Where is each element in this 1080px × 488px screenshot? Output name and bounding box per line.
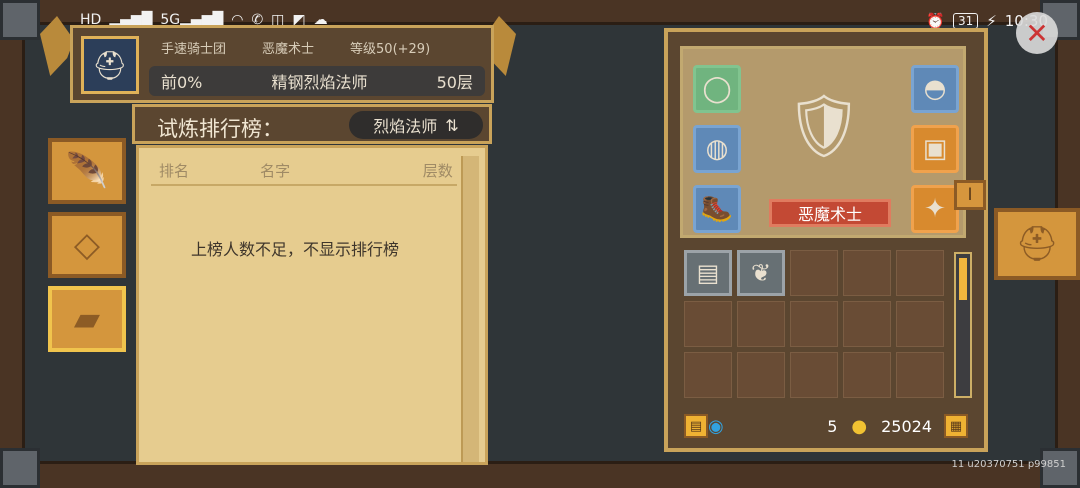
hood-slot[interactable]: ◓ [911, 65, 959, 113]
player-progress: 前0% [161, 73, 203, 92]
inventory-slot[interactable]: ▤ [684, 250, 732, 296]
player-card: ⛑ 手速骑士团 恶魔术士 等级50(+29) 前0% 精钢烈焰法师 50层 [70, 25, 494, 103]
gem-count: 5 [827, 416, 838, 436]
boots-slot[interactable]: 🥾 [693, 185, 741, 233]
player-title: 恶魔术士 [262, 42, 315, 57]
refresh-icon: ⇅ [445, 115, 459, 135]
boots-icon: 🥾 [700, 194, 734, 224]
ranking-scrollbar[interactable] [461, 156, 479, 462]
inventory-slot[interactable] [790, 250, 838, 296]
hero-sprite: 🛡 [765, 67, 883, 185]
frame-corner-bottom-left [0, 448, 40, 488]
trial-ranking-title: 试炼排行榜： [157, 117, 283, 141]
staff-slot[interactable]: ✦ [911, 185, 959, 233]
inventory-slot[interactable] [737, 301, 785, 347]
close-button[interactable]: ✕ [1016, 12, 1058, 54]
feather-tab-button[interactable]: 🪶 [48, 138, 126, 204]
inventory-slot[interactable] [737, 352, 785, 398]
inventory-scrollbar[interactable] [954, 252, 972, 398]
diamond-tab-button[interactable]: ◇ [48, 212, 126, 278]
ranking-tab-button[interactable]: ▰ [48, 286, 126, 352]
leaf-icon: ❦ [750, 259, 772, 287]
inventory-slot[interactable] [896, 352, 944, 398]
inventory-slot[interactable] [896, 250, 944, 296]
helmet-silhouette-icon: ⛑ [1015, 224, 1059, 264]
window-frame-bottom [0, 461, 1080, 488]
hero-icon: 🛡 [784, 89, 864, 162]
class-switch-label: 烈焰法师 [373, 117, 438, 136]
armor-slot[interactable]: ▣ [911, 125, 959, 173]
trial-ranking-header: 试炼排行榜： 烈焰法师 ⇅ [132, 104, 492, 144]
player-class: 精钢烈焰法师 [271, 73, 368, 92]
inventory-slot[interactable] [843, 352, 891, 398]
inventory-slot[interactable] [843, 301, 891, 347]
bracelet-slot[interactable]: ◍ [693, 125, 741, 173]
avatar: ⛑ [81, 36, 139, 94]
window-frame-left [0, 0, 25, 488]
inventory-slot[interactable] [790, 301, 838, 347]
hero-name-banner: 恶魔术士 [769, 199, 891, 227]
name-column-header: 名字 [260, 162, 291, 180]
floor-column-header: 层数 [422, 162, 453, 180]
inventory-grid: ▤ ❦ [684, 250, 944, 398]
equipment-tab-button[interactable]: Ⅰ [954, 180, 986, 210]
ranking-panel: 排名 名字 层数 上榜人数不足，不显示排行榜 [136, 145, 488, 465]
inventory-slot[interactable] [684, 301, 732, 347]
hood-icon: ◓ [923, 74, 947, 104]
roman-one-icon: Ⅰ [967, 185, 973, 205]
inventory-slot[interactable] [684, 352, 732, 398]
player-stat-bar: 前0% 精钢烈焰法师 50层 [149, 66, 485, 96]
rank-column-header: 排名 [159, 162, 190, 180]
ranking-divider [151, 184, 457, 186]
ring-icon: ◯ [702, 74, 732, 104]
battery-icon: 31 [952, 13, 979, 29]
grid-icon: ▦ [949, 418, 963, 434]
inventory-slot[interactable] [896, 301, 944, 347]
grid-button[interactable]: ▦ [944, 414, 968, 438]
bag-button[interactable]: ▤ [684, 414, 708, 438]
podium-icon: ▰ [73, 299, 101, 339]
coin-icon: ● [851, 415, 868, 437]
equipment-panel: ◯ ◍ 🥾 ◓ ▣ ✦ 🛡 恶魔术士 ▤ ❦ ▤ ◉ 5 ● 25024 ▦ [664, 28, 988, 452]
bag-icon: ▤ [689, 418, 703, 434]
helmet-icon: ⛑ [92, 48, 128, 82]
inventory-footer: ▤ ◉ 5 ● 25024 ▦ [684, 410, 968, 442]
hero-name: 恶魔术士 [797, 205, 862, 224]
feather-icon: 🪶 [65, 151, 109, 191]
player-floor: 50层 [436, 73, 473, 92]
guild-name: 手速骑士团 [161, 42, 227, 57]
ranking-empty-message: 上榜人数不足，不显示排行榜 [191, 240, 400, 259]
bracelet-icon: ◍ [705, 134, 729, 164]
equipment-display: ◯ ◍ 🥾 ◓ ▣ ✦ 🛡 恶魔术士 [680, 46, 966, 238]
player-level: 等级50(+29) [350, 42, 431, 57]
inventory-slot[interactable] [790, 352, 838, 398]
inventory-slot[interactable]: ❦ [737, 250, 785, 296]
close-icon: ✕ [1025, 16, 1049, 50]
staff-icon: ✦ [924, 194, 946, 224]
ranking-header: 排名 名字 层数 [139, 160, 459, 181]
diamond-frame-icon: ◇ [73, 225, 101, 265]
character-button[interactable]: ⛑ [994, 208, 1080, 280]
inventory-slot[interactable] [843, 250, 891, 296]
gem-icon: ◉ [708, 415, 724, 437]
coin-count: 25024 [881, 416, 932, 436]
inventory-scroll-thumb[interactable] [959, 258, 967, 300]
ring-slot[interactable]: ◯ [693, 65, 741, 113]
scroll-icon: ▤ [696, 259, 720, 287]
player-meta: 手速骑士团 恶魔术士 等级50(+29) [161, 38, 430, 57]
armor-icon: ▣ [922, 134, 948, 164]
class-switch-button[interactable]: 烈焰法师 ⇅ [349, 111, 483, 139]
corner-id: 11 u20370751 p99851 [951, 459, 1066, 470]
